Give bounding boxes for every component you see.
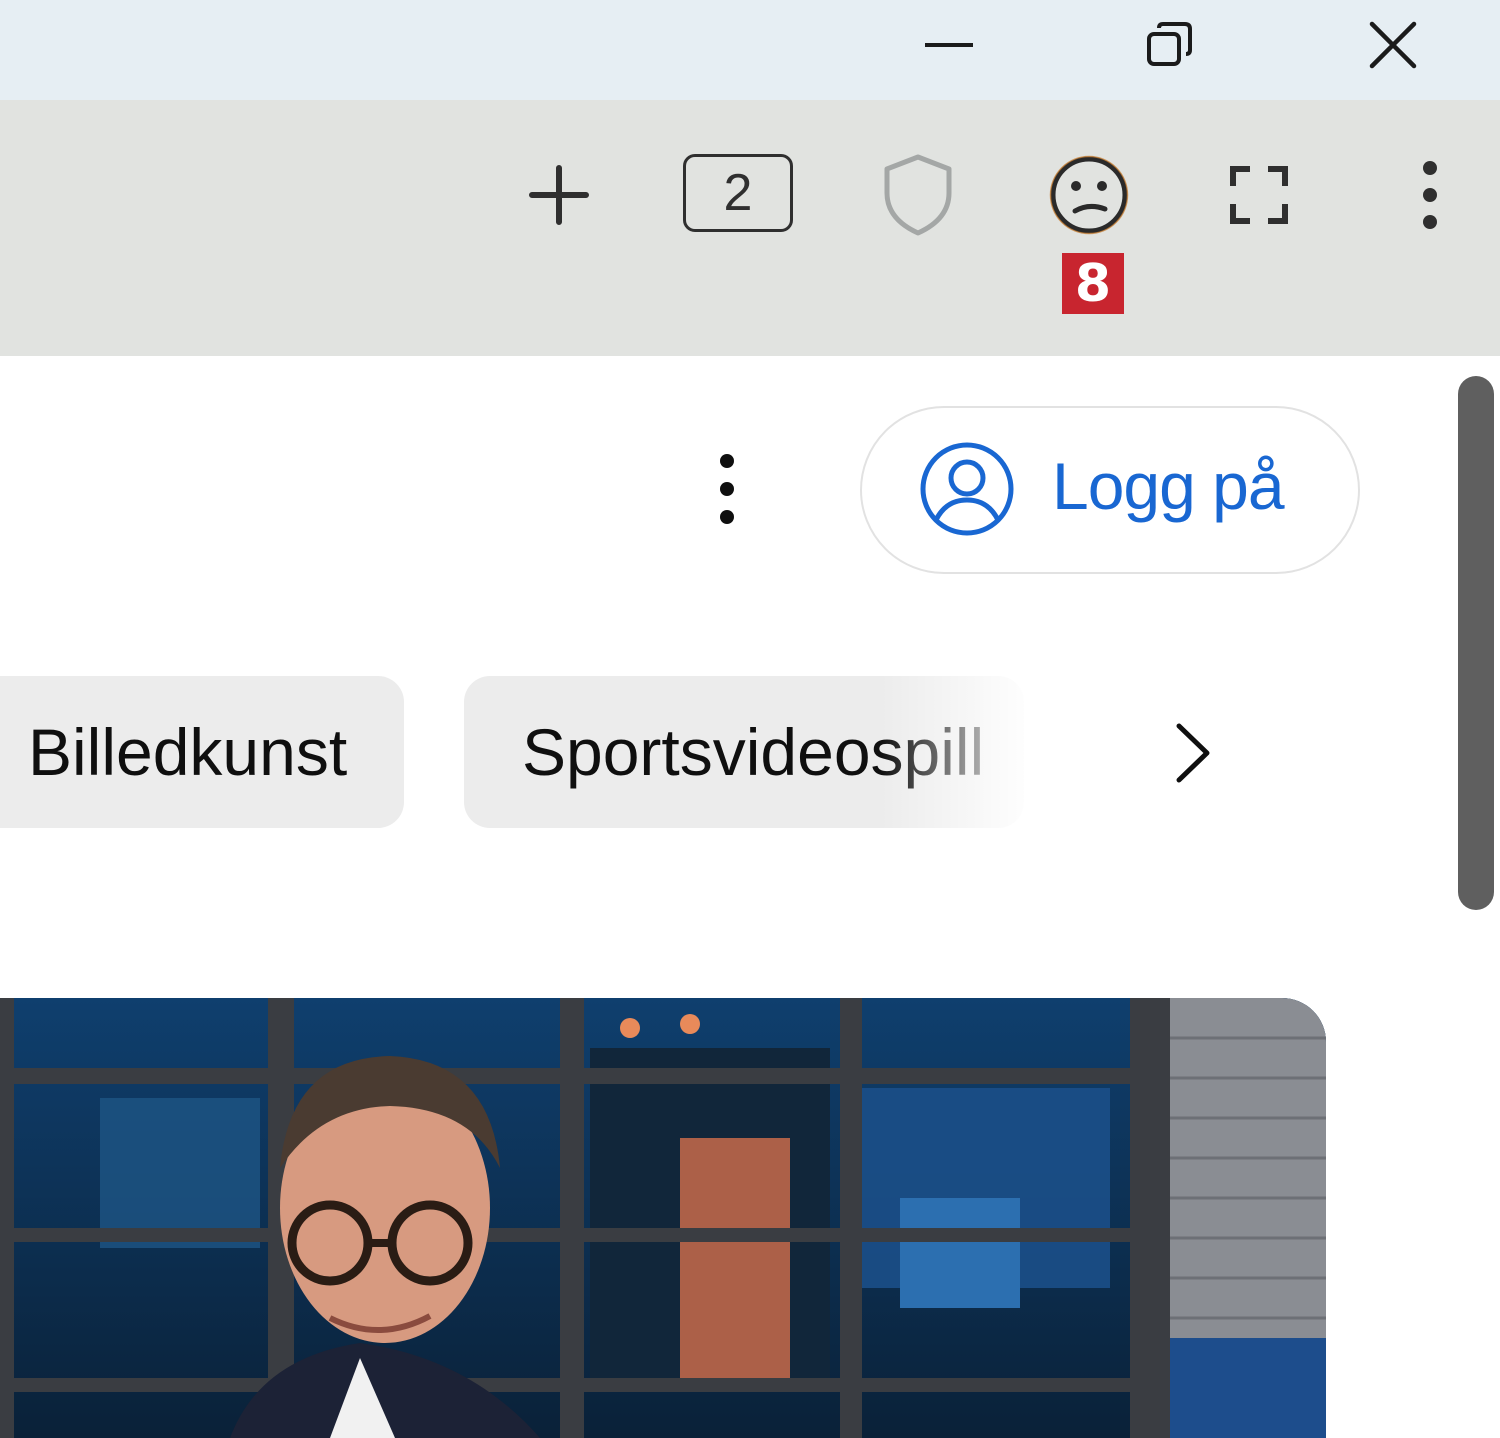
- browser-menu-button[interactable]: [1385, 150, 1475, 240]
- kebab-dot: [720, 454, 734, 468]
- kebab-icon: [1423, 161, 1437, 229]
- extension-button[interactable]: [1044, 150, 1134, 240]
- video-thumbnail[interactable]: [0, 998, 1326, 1438]
- tab-count-label: 2: [723, 164, 753, 222]
- shield-icon: [884, 154, 952, 236]
- chips-next-button[interactable]: [1148, 708, 1238, 798]
- new-tab-button[interactable]: [514, 150, 604, 240]
- fullscreen-button[interactable]: [1214, 150, 1304, 240]
- close-icon: [1369, 21, 1417, 69]
- extension-badge-count: 8: [1074, 253, 1112, 314]
- sign-in-button[interactable]: Logg på: [860, 406, 1360, 574]
- restore-button[interactable]: [1125, 10, 1215, 80]
- extension-badge: 8: [1062, 253, 1124, 314]
- sign-in-label: Logg på: [1052, 449, 1285, 523]
- chip-fade-overlay: [880, 656, 1140, 846]
- thumbnail-image: [0, 998, 1326, 1438]
- window-title-bar: [0, 0, 1500, 100]
- minimize-icon: [925, 43, 973, 47]
- account-circle-icon: [920, 442, 1014, 536]
- confused-face-icon: [1049, 155, 1129, 235]
- page-scrollbar[interactable]: [1458, 376, 1494, 910]
- kebab-dot: [720, 510, 734, 524]
- settings-menu-button[interactable]: [695, 444, 759, 534]
- chip-billedkunst[interactable]: Billedkunst: [0, 676, 404, 828]
- chevron-right-icon: [1176, 723, 1210, 783]
- restore-icon: [1147, 22, 1192, 66]
- tab-count-button[interactable]: 2: [683, 154, 793, 232]
- fullscreen-icon: [1230, 166, 1288, 224]
- minimize-button[interactable]: [905, 10, 995, 80]
- shield-button[interactable]: [873, 150, 963, 240]
- page-content: Logg på Billedkunst Sportsvideospill: [0, 356, 1500, 1438]
- kebab-dot: [720, 482, 734, 496]
- chip-label: Billedkunst: [28, 715, 348, 789]
- plus-icon: [529, 165, 589, 225]
- close-button[interactable]: [1348, 10, 1438, 80]
